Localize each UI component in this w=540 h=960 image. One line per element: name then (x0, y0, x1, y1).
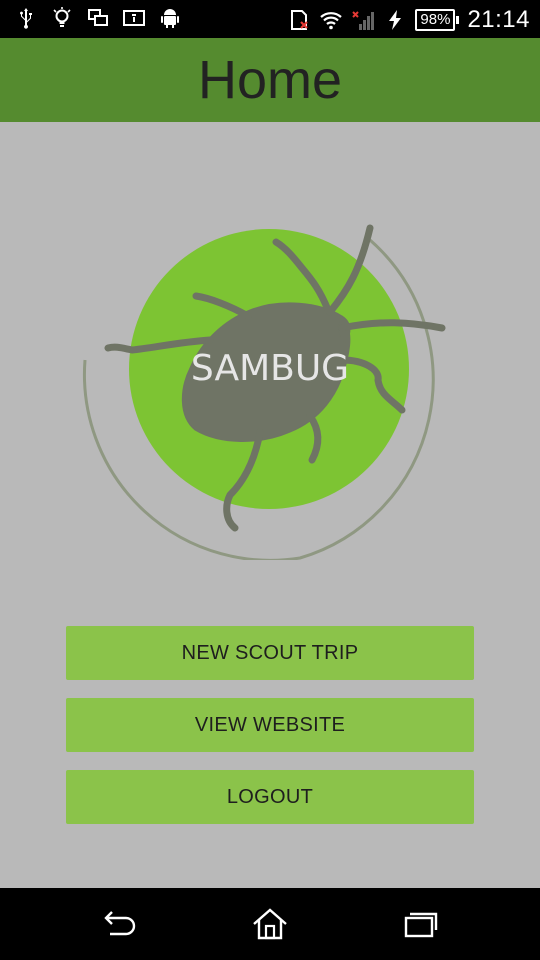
notification-icons (14, 6, 182, 30)
home-icon (253, 908, 287, 940)
back-button[interactable] (96, 904, 144, 944)
lightbulb-icon (50, 6, 74, 30)
clock: 21:14 (467, 6, 530, 33)
status-bar: 98% 21:14 (0, 0, 540, 38)
system-icons: 98% 21:14 (287, 6, 530, 34)
android-icon (158, 6, 182, 30)
image-icon (122, 6, 146, 30)
action-bar: Home (0, 38, 540, 122)
page-title: Home (197, 50, 343, 110)
recents-button[interactable] (396, 904, 444, 944)
sambug-logo: SAMBUG (82, 224, 446, 560)
logout-button[interactable]: LOGOUT (66, 770, 474, 824)
signal-off-icon (351, 8, 375, 32)
wifi-icon (319, 8, 343, 32)
battery-nub (456, 16, 460, 24)
back-icon (104, 911, 136, 936)
logo-text: SAMBUG (191, 348, 349, 389)
sim-missing-icon (287, 8, 311, 32)
recents-icon (404, 912, 438, 938)
charging-icon (383, 8, 407, 32)
new-scout-trip-button[interactable]: NEW SCOUT TRIP (66, 626, 474, 680)
battery-percent: 98% (415, 9, 456, 31)
usb-icon (14, 6, 38, 30)
home-button[interactable] (246, 904, 294, 944)
navigation-bar (0, 888, 540, 960)
battery-indicator: 98% (415, 9, 460, 31)
multi-window-icon (86, 6, 110, 30)
view-website-button[interactable]: VIEW WEBSITE (66, 698, 474, 752)
